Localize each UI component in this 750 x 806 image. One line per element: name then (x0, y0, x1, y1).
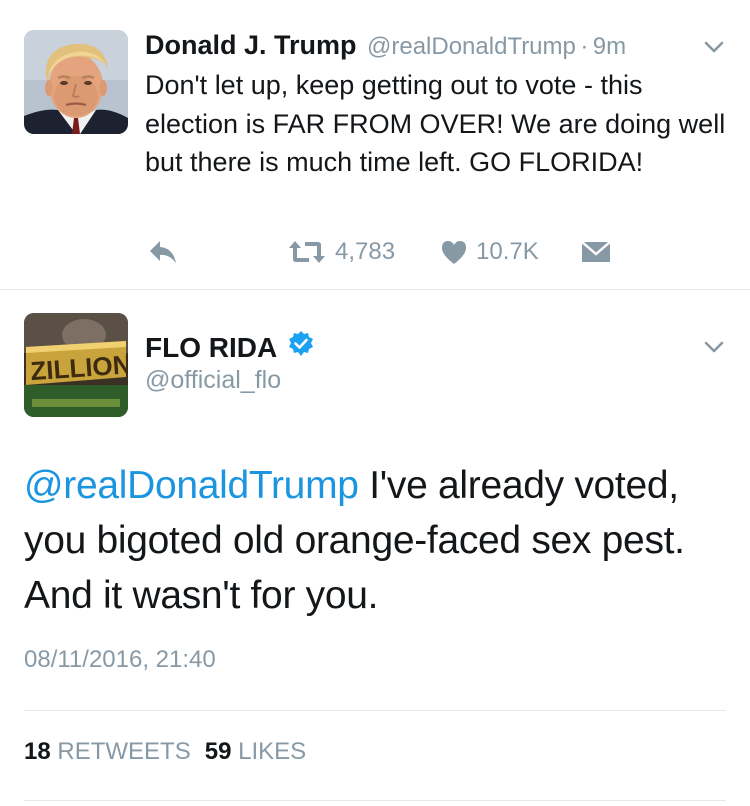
author-handle[interactable]: @realDonaldTrump (367, 33, 576, 60)
reply-icon (147, 238, 179, 266)
tweet-actions: 4,783 10.7K (0, 232, 750, 272)
tweet-text: Don't let up, keep getting out to vote -… (145, 70, 726, 177)
tweet-header: Donald J. Trump @realDonaldTrump · 9m (145, 28, 626, 67)
separator-dot: · (580, 33, 589, 60)
author-handle[interactable]: @official_flo (145, 366, 281, 395)
avatar-image: ZILLIONAI (24, 313, 128, 417)
direct-message-button[interactable] (580, 232, 612, 272)
retweet-icon (287, 239, 327, 265)
avatar-flo-rida[interactable]: ZILLIONAI (24, 313, 128, 417)
tweet-stats: 18 RETWEETS 59 LIKES (24, 738, 306, 766)
reply-button[interactable] (147, 232, 179, 272)
retweets-stat[interactable]: 18 RETWEETS (24, 738, 191, 765)
avatar-image (24, 30, 128, 134)
retweet-count: 4,783 (335, 238, 396, 265)
tweet-top: Donald J. Trump @realDonaldTrump · 9m Do… (0, 0, 750, 290)
like-button[interactable]: 10.7K (440, 232, 539, 272)
author-name[interactable]: FLO RIDA (145, 332, 277, 364)
author-name[interactable]: Donald J. Trump (145, 30, 357, 60)
likes-count: 59 (204, 738, 232, 765)
tweet-text: @realDonaldTrump I've already voted, you… (24, 458, 729, 623)
mention-link[interactable]: @realDonaldTrump (24, 464, 359, 507)
retweets-label: RETWEETS (57, 738, 191, 765)
tweet-timestamp: 08/11/2016, 21:40 (24, 646, 216, 673)
avatar-trump[interactable] (24, 30, 128, 134)
retweet-button[interactable]: 4,783 (287, 232, 395, 272)
direct-message-icon (580, 240, 612, 264)
likes-stat[interactable]: 59 LIKES (205, 738, 306, 765)
chevron-down-icon[interactable] (703, 336, 725, 358)
like-icon (440, 239, 468, 265)
like-count: 10.7K (476, 238, 539, 265)
divider (24, 800, 726, 801)
divider (24, 710, 726, 711)
chevron-down-icon[interactable] (703, 36, 725, 58)
retweets-count: 18 (24, 738, 51, 765)
tweet-time[interactable]: 9m (593, 33, 626, 60)
author-name-row: FLO RIDA (145, 330, 315, 365)
likes-label: LIKES (238, 738, 307, 765)
verified-badge-icon (287, 330, 315, 365)
